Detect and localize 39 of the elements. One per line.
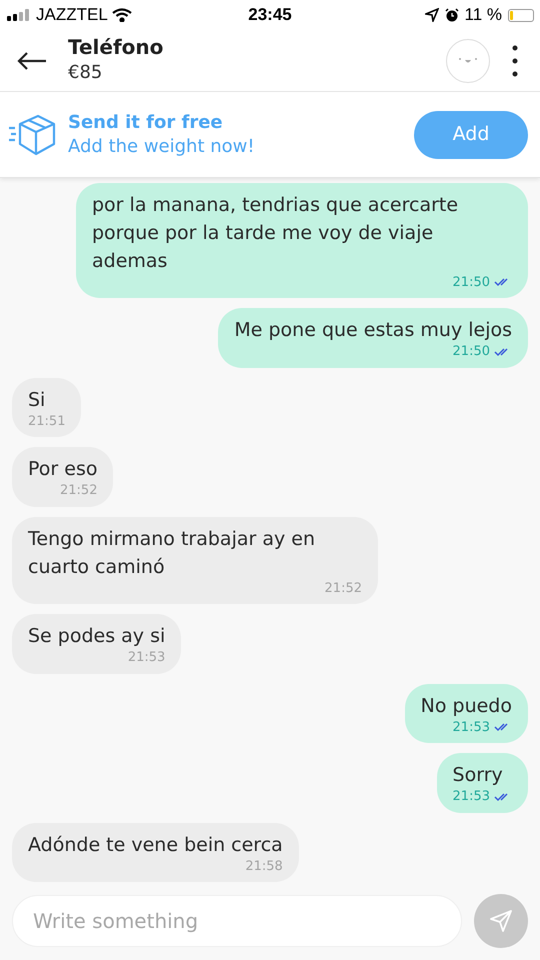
back-arrow-icon [17,52,47,70]
user-avatar[interactable] [446,38,490,82]
message-text: Por eso [28,457,98,482]
battery-icon [508,8,534,22]
message-text: No puedo [420,694,512,718]
signal-icon [6,9,32,21]
message-time: 21:50 [452,343,490,361]
message-time: 21:53 [452,718,490,736]
listing-title: Teléfono [68,34,164,58]
battery-percent: 11 % [464,4,502,26]
message-time: 21:58 [245,858,283,876]
alarm-icon [444,8,459,22]
message-time: 21:52 [324,580,362,598]
banner-title: Send it for free [68,110,224,134]
message-input[interactable]: Write something [12,895,462,947]
message-time: 21:51 [28,412,66,430]
wifi-icon [112,8,132,22]
add-button[interactable]: Add [414,110,528,158]
message-text: por la manana, tendrias que acercarte porque por la tarde me voy de viaje ademas [92,192,460,274]
listing-price: €85 [68,60,104,84]
message-time: 21:52 [60,482,98,500]
carrier-name: JAZZTEL [36,4,108,26]
more-options-icon [512,44,518,76]
message-time: 21:53 [452,788,490,806]
location-icon [424,8,439,22]
clock: 23:45 [248,4,292,26]
message-text: Si [28,388,46,412]
send-icon [489,909,513,933]
smiley-icon [458,56,478,64]
box-icon [8,114,56,156]
banner-subtitle: Add the weight now! [68,134,256,158]
message-time: 21:53 [128,649,166,667]
message-time: 21:50 [452,274,490,292]
message-text: Se podes ay si [28,624,166,649]
message-text: Adónde te vene bein cerca [28,832,283,858]
message-text: Tengo mirmano trabajar ay en cuarto caminó [28,526,316,580]
send-button[interactable] [474,894,528,948]
message-text: Sorry [452,763,504,788]
message-text: Me pone que estas muy lejos [234,318,512,343]
